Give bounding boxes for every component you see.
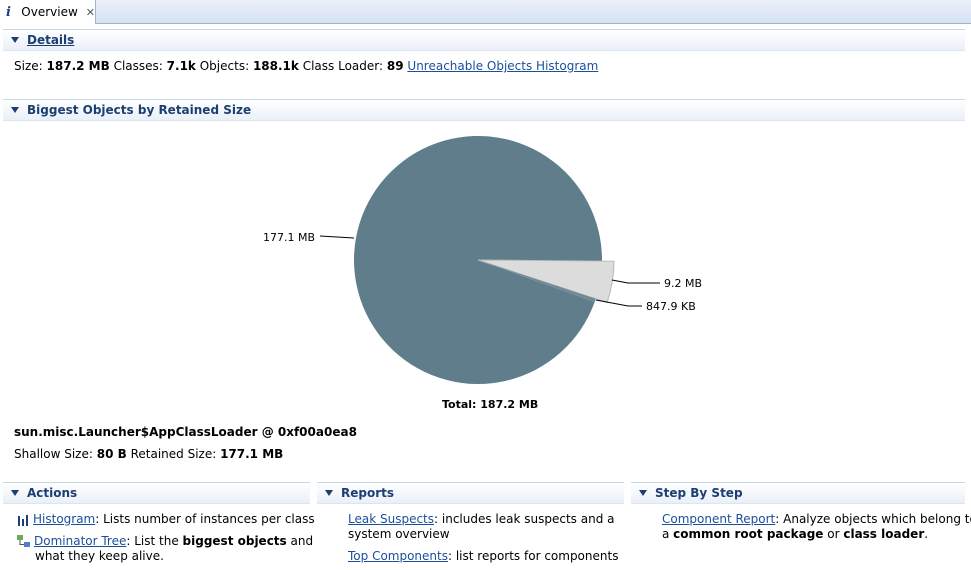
info-icon: i (6, 4, 11, 20)
retained-size-label: Retained Size: (130, 447, 217, 461)
component-report-desc-line2: a common root package or class loader. (662, 527, 928, 541)
reports-header-label: Reports (341, 486, 395, 500)
pie-leader-line (319, 235, 355, 239)
dominator-desc-pre: : List the (126, 534, 183, 548)
component-report-desc: : Analyze objects which belong to (775, 512, 971, 526)
size-label: Size: (14, 59, 43, 73)
collapse-triangle-icon[interactable] (11, 490, 19, 496)
selected-object-name: sun.misc.Launcher$AppClassLoader @ 0xf00… (14, 425, 357, 439)
component-desc-bold2: class loader (843, 527, 925, 541)
component-report-link[interactable]: Component Report (662, 512, 775, 526)
tab-overview[interactable]: i Overview ✕ (0, 0, 96, 24)
objects-value: 188.1k (252, 59, 299, 73)
pie-slice-label: 177.1 MB (263, 231, 315, 244)
component-desc-bold1: common root package (673, 527, 824, 541)
step-by-step-header-label: Step By Step (655, 486, 743, 500)
dominator-tree-link[interactable]: Dominator Tree (34, 534, 126, 548)
details-header-label[interactable]: Details (27, 33, 74, 47)
histogram-link[interactable]: Histogram (33, 512, 95, 526)
retained-size-value: 177.1 MB (220, 447, 284, 461)
actions-section-header[interactable]: Actions (3, 482, 310, 504)
leak-suspects-desc-line2: system overview (348, 527, 450, 541)
top-components-desc: : list reports for components (447, 549, 619, 563)
component-desc-post: . (924, 527, 929, 541)
tab-title: Overview (21, 5, 78, 19)
classloader-value: 89 (386, 59, 404, 73)
action-dominator-tree: Dominator Tree: List the biggest objects… (17, 534, 313, 548)
classes-value: 7.1k (166, 59, 196, 73)
classloader-label: Class Loader: (302, 59, 384, 73)
shallow-size-label: Shallow Size: (14, 447, 93, 461)
unreachable-histogram-link[interactable]: Unreachable Objects Histogram (407, 59, 598, 73)
details-summary: Size: 187.2 MB Classes: 7.1k Objects: 18… (14, 59, 598, 73)
collapse-triangle-icon[interactable] (11, 37, 19, 43)
pie-leader-line (611, 279, 660, 284)
dominator-desc-line2: what they keep alive. (35, 549, 164, 563)
histogram-desc: : Lists number of instances per class (95, 512, 315, 526)
objects-label: Objects: (199, 59, 250, 73)
leak-suspects-link[interactable]: Leak Suspects (348, 512, 434, 526)
step-component-report: Component Report: Analyze objects which … (662, 512, 971, 526)
leak-suspects-desc: : includes leak suspects and a (434, 512, 615, 526)
dominator-tree-icon (17, 535, 30, 547)
collapse-triangle-icon[interactable] (639, 490, 647, 496)
action-histogram: Histogram: Lists number of instances per… (17, 512, 315, 526)
collapse-triangle-icon[interactable] (325, 490, 333, 496)
report-leak-suspects: Leak Suspects: includes leak suspects an… (348, 512, 614, 526)
pie-slice-label: 9.2 MB (664, 277, 702, 290)
collapse-triangle-icon[interactable] (11, 107, 19, 113)
reports-section-header[interactable]: Reports (317, 482, 624, 504)
biggest-objects-header-label: Biggest Objects by Retained Size (27, 103, 252, 117)
editor-tab-bar: i Overview ✕ (0, 0, 971, 24)
details-section-header[interactable]: Details (3, 29, 965, 51)
histogram-icon (18, 514, 28, 526)
pie-leader-line (595, 299, 642, 307)
biggest-objects-section-header[interactable]: Biggest Objects by Retained Size (3, 99, 965, 121)
actions-header-label: Actions (27, 486, 78, 500)
dominator-desc-bold: biggest objects (182, 534, 287, 548)
dominator-desc-post: and (286, 534, 314, 548)
component-desc-mid: or (823, 527, 844, 541)
retained-size-pie-chart: 177.1 MB 9.2 MB 847.9 KB (263, 135, 702, 384)
selected-object-sizes: Shallow Size: 80 B Retained Size: 177.1 … (14, 447, 283, 461)
component-desc-pre: a (662, 527, 674, 541)
pie-total-label: Total: 187.2 MB (442, 398, 539, 411)
pie-slice-label: 847.9 KB (646, 300, 696, 313)
shallow-size-value: 80 B (96, 447, 127, 461)
step-by-step-section-header[interactable]: Step By Step (631, 482, 965, 504)
close-icon[interactable]: ✕ (86, 6, 95, 19)
top-components-link[interactable]: Top Components (348, 549, 448, 563)
report-top-components: Top Components: list reports for compone… (348, 549, 618, 563)
classes-label: Classes: (113, 59, 163, 73)
size-value: 187.2 MB (46, 59, 110, 73)
